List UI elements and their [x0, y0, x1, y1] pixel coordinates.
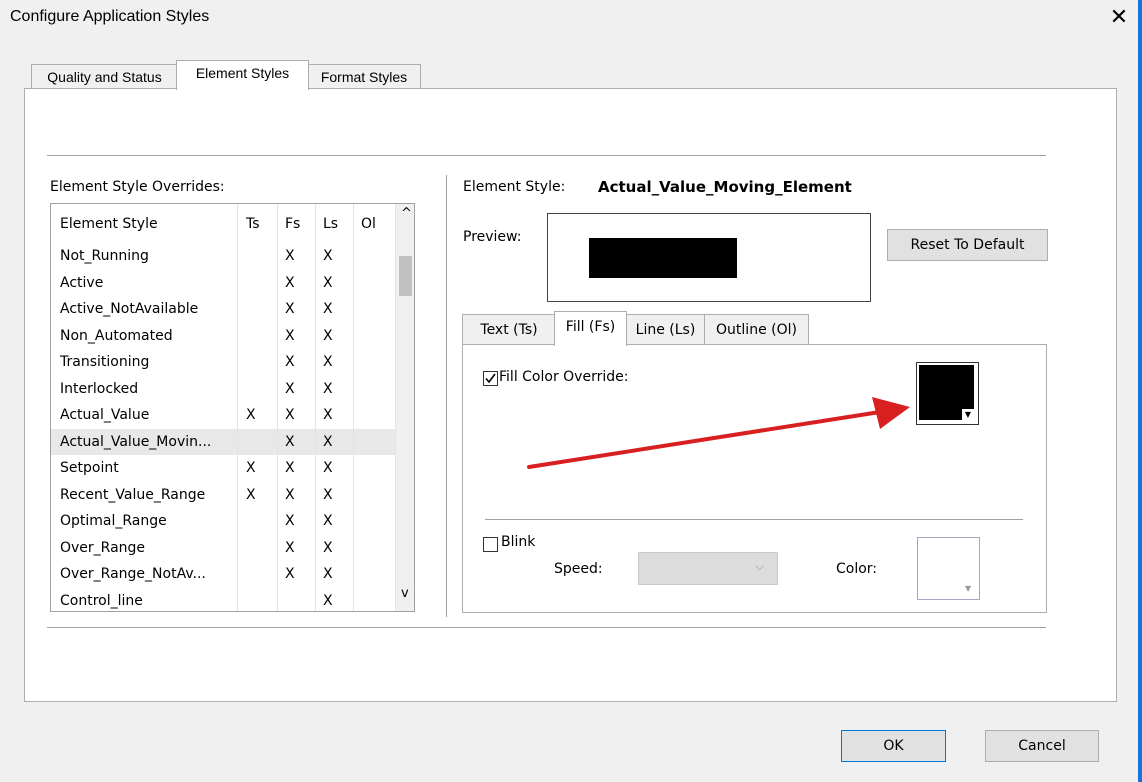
blink-checkbox[interactable]	[483, 537, 498, 552]
row-flag-ls: X	[323, 513, 333, 529]
row-flag-ls: X	[323, 274, 333, 291]
subtab-fill[interactable]: Fill (Fs)	[554, 311, 627, 346]
speed-label: Speed:	[554, 561, 603, 577]
row-name: Actual_Value	[60, 407, 150, 423]
tab-format-styles[interactable]: Format Styles	[307, 64, 421, 89]
row-flag-fs: X	[285, 513, 295, 529]
cancel-button[interactable]: Cancel	[985, 730, 1099, 762]
row-flag-ls: X	[323, 566, 333, 582]
row-flag-fs: X	[285, 433, 295, 450]
row-flag-fs: X	[285, 327, 295, 344]
annotation-arrow-icon	[527, 397, 910, 469]
column-header: Element Style	[60, 216, 158, 232]
column-header: Ts	[246, 216, 260, 232]
row-name: Control_line	[60, 592, 143, 609]
checkmark-icon	[485, 373, 496, 384]
row-flag-fs: X	[285, 301, 295, 317]
element-style-label: Element Style:	[463, 179, 566, 195]
row-flag-ls: X	[323, 539, 333, 556]
row-flag-fs: X	[285, 380, 295, 397]
subtab-line[interactable]: Line (Ls)	[625, 314, 706, 345]
row-name: Setpoint	[60, 460, 119, 476]
bottom-divider	[47, 627, 1046, 628]
fill-override-label: Fill Color Override:	[499, 369, 629, 385]
row-name: Transitioning	[60, 354, 150, 370]
chevron-down-icon: ⌵	[755, 559, 765, 573]
element-style-value: Actual_Value_Moving_Element	[598, 178, 852, 196]
row-name: Active_NotAvailable	[60, 301, 199, 317]
row-flag-ls: X	[323, 407, 333, 423]
blink-divider	[485, 519, 1023, 520]
row-name: Active	[60, 274, 104, 291]
blink-label: Blink	[501, 534, 536, 550]
speed-select[interactable]: ⌵	[638, 552, 778, 585]
row-flag-fs: X	[285, 539, 295, 556]
column-header: Fs	[285, 216, 301, 232]
row-flag-ls: X	[323, 248, 333, 264]
blink-color-button[interactable]: ▼	[917, 537, 980, 600]
subtab-text[interactable]: Text (Ts)	[462, 314, 556, 345]
row-flag-ls: X	[323, 301, 333, 317]
color-label: Color:	[836, 561, 878, 577]
overrides-label: Element Style Overrides:	[50, 179, 225, 195]
row-flag-fs: X	[285, 274, 295, 291]
row-flag-ts: X	[246, 486, 256, 503]
row-flag-ls: X	[323, 327, 333, 344]
tab-element-styles[interactable]: Element Styles	[176, 60, 309, 90]
row-flag-ls: X	[323, 354, 333, 370]
reset-to-default-button[interactable]: Reset To Default	[887, 229, 1048, 261]
row-name: Actual_Value_Movin...	[60, 433, 212, 450]
top-divider	[47, 155, 1046, 156]
row-name: Over_Range_NotAv...	[60, 566, 206, 582]
window-title: Configure Application Styles	[10, 8, 210, 25]
row-flag-ls: X	[323, 460, 333, 476]
row-flag-ls: X	[323, 433, 333, 450]
row-flag-fs: X	[285, 566, 295, 582]
row-flag-fs: X	[285, 486, 295, 503]
subtab-outline[interactable]: Outline (Ol)	[704, 314, 809, 345]
column-header: Ls	[323, 216, 339, 232]
chevron-down-icon: ▼	[962, 409, 974, 420]
overrides-grid[interactable]: Element Style Ts Fs Ls Ol Not_Running X X Active…	[50, 203, 415, 612]
preview-swatch	[589, 238, 737, 278]
row-flag-fs: X	[285, 354, 295, 370]
scrollbar-thumb[interactable]	[399, 256, 412, 296]
row-flag-ls: X	[323, 592, 333, 609]
tab-quality-and-status[interactable]: Quality and Status	[31, 64, 178, 89]
column-separator	[353, 204, 354, 611]
row-flag-fs: X	[285, 407, 295, 423]
row-flag-ts: X	[246, 460, 256, 476]
fill-override-checkbox[interactable]	[483, 371, 498, 386]
chevron-down-icon: ▼	[965, 584, 972, 593]
grid-scrollbar[interactable]: ^ v	[395, 204, 414, 611]
row-flag-ls: X	[323, 380, 333, 397]
row-flag-fs: X	[285, 248, 295, 264]
vertical-divider	[446, 175, 447, 617]
window-edge	[1138, 0, 1142, 782]
column-separator	[237, 204, 238, 611]
row-name: Non_Automated	[60, 327, 173, 344]
scroll-down-icon[interactable]: v	[401, 586, 409, 601]
preview-label: Preview:	[463, 229, 522, 245]
row-name: Not_Running	[60, 248, 149, 264]
column-separator	[277, 204, 278, 611]
row-name: Interlocked	[60, 380, 139, 397]
ok-button[interactable]: OK	[841, 730, 946, 762]
close-icon[interactable]: ✕	[1105, 4, 1133, 32]
row-flag-ts: X	[246, 407, 256, 423]
row-flag-ls: X	[323, 486, 333, 503]
scroll-up-icon[interactable]: ^	[401, 206, 412, 221]
row-name: Recent_Value_Range	[60, 486, 206, 503]
row-name: Optimal_Range	[60, 513, 167, 529]
column-separator	[315, 204, 316, 611]
column-header: Ol	[361, 216, 376, 232]
row-flag-fs: X	[285, 460, 295, 476]
row-name: Over_Range	[60, 539, 146, 556]
